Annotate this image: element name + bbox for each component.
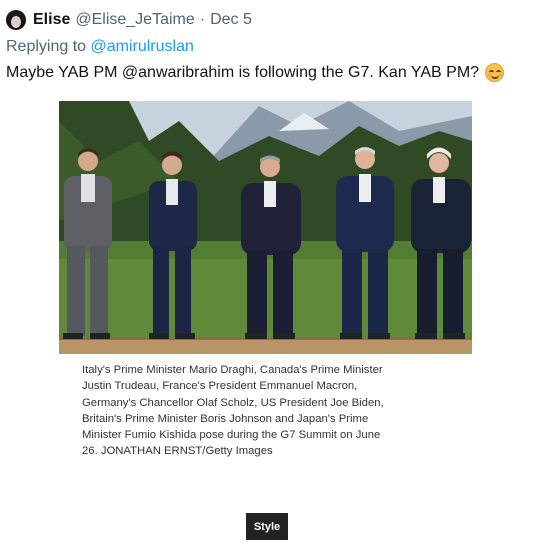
photo-illustration <box>59 101 472 354</box>
reply-context: Replying to @amirulruslan <box>6 38 194 56</box>
caption-line: 26. JONATHAN ERNST/Getty Images <box>82 445 273 458</box>
tweet-header: Elise @Elise_JeTaime · Dec 5 <box>6 9 252 31</box>
smiling-face-emoji-icon <box>485 63 505 82</box>
caption-line: Justin Trudeau, France's President Emman… <box>82 380 358 393</box>
caption-line: Italy's Prime Minister Mario Draghi, Can… <box>82 364 383 376</box>
photo-caption: Italy's Prime Minister Mario Draghi, Can… <box>82 362 442 460</box>
g7-leaders-photo[interactable] <box>59 101 472 354</box>
reply-prefix: Replying to <box>6 38 87 55</box>
author-name[interactable]: Elise <box>33 11 70 29</box>
caption-line: Germany's Chancellor Olaf Scholz, US Pre… <box>82 396 384 409</box>
avatar[interactable] <box>6 10 26 30</box>
style-badge: Style <box>246 513 288 540</box>
media-card[interactable]: Italy's Prime Minister Mario Draghi, Can… <box>59 101 472 548</box>
avatar-face <box>11 16 21 28</box>
tweet-text: Maybe YAB PM @anwaribrahim is following … <box>6 63 505 82</box>
reply-to-link[interactable]: @amirulruslan <box>91 38 194 55</box>
caption-line: Britain's Prime Minister Boris Johnson a… <box>82 412 369 425</box>
tweet-date[interactable]: Dec 5 <box>210 11 252 29</box>
caption-line: Minister Fumio Kishida pose during the G… <box>82 429 381 442</box>
author-handle[interactable]: @Elise_JeTaime <box>75 11 194 29</box>
separator-dot: · <box>199 11 206 28</box>
tweet-body: Maybe YAB PM @anwaribrahim is following … <box>6 63 480 81</box>
